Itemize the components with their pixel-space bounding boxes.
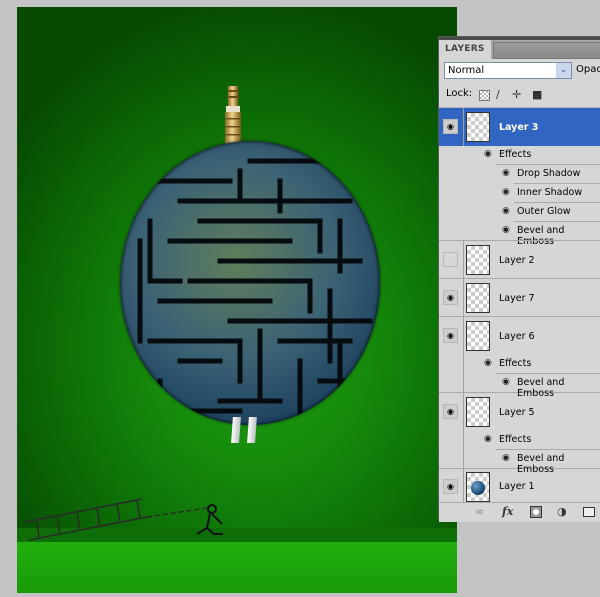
globe-thumbnail-icon (471, 481, 485, 495)
ground (17, 542, 457, 593)
visibility-eye-icon[interactable]: ◉ (502, 377, 510, 387)
layer-mask-icon[interactable] (530, 506, 542, 518)
effects-row[interactable]: ◉ Effects (439, 146, 600, 165)
visibility-eye-icon[interactable]: ◉ (443, 404, 458, 419)
lock-position-icon[interactable]: ✛ (512, 88, 521, 101)
visibility-eye-icon[interactable]: ◉ (502, 225, 510, 235)
effect-bevel-emboss[interactable]: ◉ Bevel and Emboss (439, 450, 600, 475)
effect-bevel-emboss[interactable]: ◉ Bevel and Emboss (439, 222, 600, 247)
layer-thumbnail (466, 112, 490, 142)
visibility-toggle-off[interactable] (443, 252, 458, 267)
visibility-eye-icon[interactable]: ◉ (443, 290, 458, 305)
layers-panel-footer: ∞ fx ◑ (439, 502, 600, 522)
link-layers-icon[interactable]: ∞ (475, 505, 484, 518)
visibility-eye-icon[interactable]: ◉ (484, 434, 492, 444)
visibility-eye-icon[interactable]: ◉ (484, 358, 492, 368)
document-canvas[interactable] (17, 7, 457, 593)
layer-thumbnail (466, 245, 490, 275)
ladder-figure-illustration (24, 498, 223, 541)
fx-icon[interactable]: fx (502, 505, 513, 518)
effects-row[interactable]: ◉ Effects (439, 431, 600, 450)
visibility-eye-icon[interactable]: ◉ (484, 149, 492, 159)
layer-row-layer-6[interactable]: ◉ Layer 6 ◉ Effects ◉ Bevel and Emboss (439, 317, 600, 399)
visibility-eye-icon[interactable]: ◉ (502, 206, 510, 216)
blend-mode-select[interactable]: Normal ⌄ (444, 62, 572, 79)
lock-all-icon[interactable]: ■ (532, 88, 542, 101)
stick-figure (196, 504, 223, 535)
plug-prong-left (231, 417, 241, 443)
layer-row-layer-3[interactable]: ◉ Layer 3 (439, 108, 600, 146)
layer-thumbnail (466, 397, 490, 427)
visibility-eye-icon[interactable]: ◉ (443, 119, 458, 134)
layer-row-layer-7[interactable]: ◉ Layer 7 (439, 279, 600, 317)
effect-inner-shadow[interactable]: ◉ Inner Shadow (439, 184, 600, 203)
tab-layers[interactable]: LAYERS (439, 40, 491, 59)
effects-row[interactable]: ◉ Effects (439, 355, 600, 374)
plug-prong-right (247, 417, 257, 443)
ladder (24, 498, 208, 541)
layer-thumbnail (466, 472, 490, 502)
effect-outer-glow[interactable]: ◉ Outer Glow (439, 203, 600, 222)
layers-panel: LAYERS Normal ⌄ Opac Lock: ∕ ✛ ■ ◉ Layer… (438, 36, 600, 522)
visibility-eye-icon[interactable]: ◉ (502, 168, 510, 178)
visibility-eye-icon[interactable]: ◉ (443, 328, 458, 343)
effect-bevel-emboss[interactable]: ◉ Bevel and Emboss (439, 374, 600, 399)
visibility-eye-icon[interactable]: ◉ (502, 453, 510, 463)
layer-row-layer-5[interactable]: ◉ Layer 5 ◉ Effects ◉ Bevel and Emboss (439, 393, 600, 475)
layer-thumbnail (466, 321, 490, 351)
adjustment-layer-icon[interactable]: ◑ (557, 505, 567, 518)
maze-globe (120, 141, 380, 425)
chevron-down-icon[interactable]: ⌄ (556, 63, 571, 78)
new-group-icon[interactable] (583, 507, 595, 517)
visibility-eye-icon[interactable]: ◉ (443, 479, 458, 494)
opacity-label: Opac (576, 64, 600, 75)
lock-image-icon[interactable]: ∕ (496, 88, 500, 101)
lock-row: Lock: ∕ ✛ ■ (439, 83, 600, 108)
layer-row-layer-2[interactable]: Layer 2 (439, 241, 600, 279)
layer-thumbnail (466, 283, 490, 313)
visibility-eye-icon[interactable]: ◉ (502, 187, 510, 197)
layer-row-layer-1[interactable]: ◉ Layer 1 (439, 469, 600, 503)
effect-drop-shadow[interactable]: ◉ Drop Shadow (439, 165, 600, 184)
lock-transparent-icon[interactable] (479, 90, 490, 101)
